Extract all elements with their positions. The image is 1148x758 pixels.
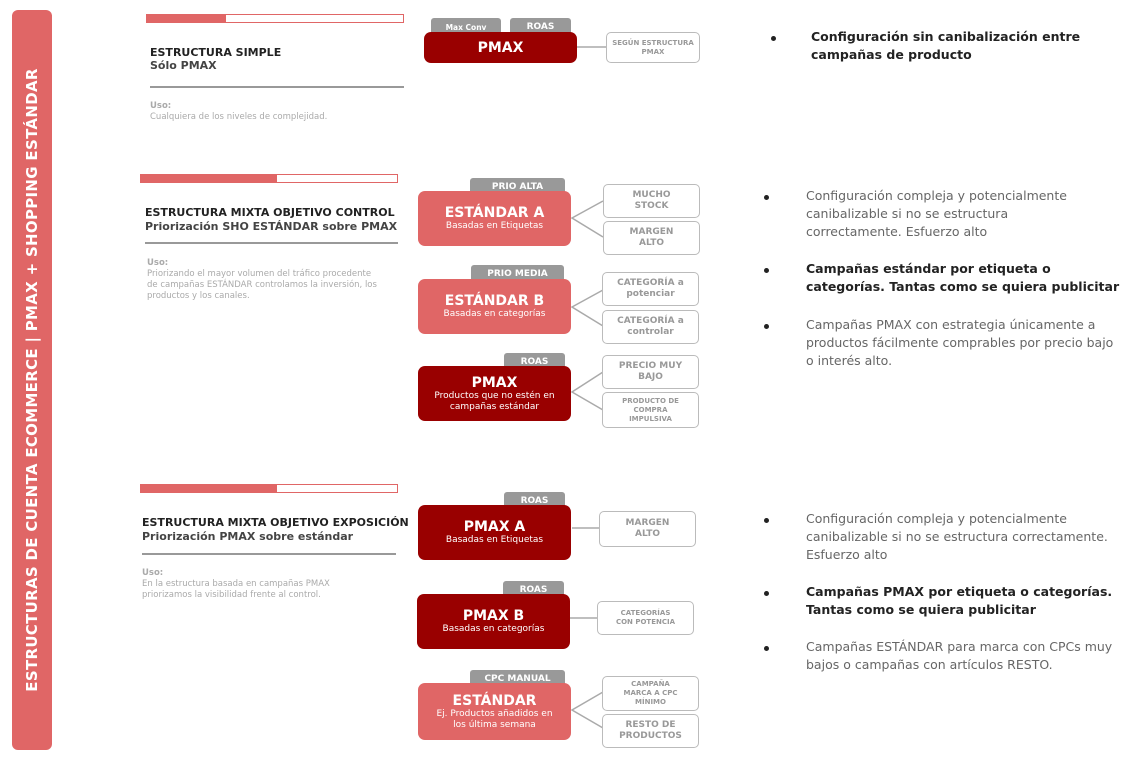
connector (570, 371, 604, 411)
campaign-desc: Basadas en Etiquetas (445, 535, 544, 545)
connector (570, 691, 604, 729)
leaf-box: MARGEN ALTO (599, 511, 696, 547)
section-title: ESTRUCTURA SIMPLE (150, 46, 282, 59)
campaign-box: PMAX Productos que no estén en campañas … (418, 366, 571, 421)
campaign-name: PMAX (471, 374, 518, 391)
bullet-dot-icon (764, 591, 769, 596)
campaign-desc: Productos que no estén en campañas están… (434, 390, 555, 412)
leaf-box: CAMPAÑA MARCA A CPC MÍNIMO (602, 676, 699, 711)
sidebar-banner: ESTRUCTURAS DE CUENTA ECOMMERCE | PMAX +… (12, 10, 52, 750)
sidebar-title: ESTRUCTURAS DE CUENTA ECOMMERCE | PMAX +… (23, 68, 41, 692)
uso-label: Uso: (150, 101, 172, 111)
campaign-box: ESTÁNDAR A Basadas en Etiquetas (418, 191, 571, 246)
leaf-box: MARGEN ALTO (603, 221, 700, 255)
leaf-box: SEGÚN ESTRUCTURA PMAX (606, 32, 700, 63)
section-subtitle: Priorización PMAX sobre estándar (142, 530, 354, 543)
campaign-desc: Basadas en Etiquetas (445, 221, 544, 231)
campaign-name: PMAX B (462, 608, 525, 624)
bullet-dot-icon (764, 195, 769, 200)
uso-text: Priorizando el mayor volumen del tráfico… (147, 269, 377, 301)
uso-text: Cualquiera de los niveles de complejidad… (150, 112, 328, 122)
section-progress-bar (146, 14, 404, 23)
section-subtitle: Sólo PMAX (150, 59, 217, 72)
bullet-dot-icon (764, 324, 769, 329)
leaf-box: PRECIO MUY BAJO (602, 355, 699, 389)
bullet-dot-icon (764, 646, 769, 651)
campaign-desc: Basadas en categorías (442, 624, 545, 634)
section-title: ESTRUCTURA MIXTA OBJETIVO CONTROL (145, 206, 395, 219)
campaign-name: ESTÁNDAR (452, 692, 537, 709)
bullet-text: Configuración sin canibalización entre c… (811, 29, 1081, 62)
bullet-text: Campañas PMAX por etiqueta o categorías.… (806, 584, 1113, 617)
divider (150, 86, 404, 88)
campaign-box: ESTÁNDAR B Basadas en categorías (418, 279, 571, 334)
divider (142, 553, 396, 555)
uso-label: Uso: (147, 258, 169, 268)
section-progress-bar (140, 484, 398, 493)
leaf-box: CATEGORÍAS CON POTENCIA (597, 601, 694, 635)
bullet-text: Configuración compleja y potencialmente … (806, 188, 1067, 239)
campaign-name: ESTÁNDAR B (444, 293, 545, 309)
section-subtitle: Priorización SHO ESTÁNDAR sobre PMAX (145, 220, 398, 233)
bullet-dot-icon (764, 268, 769, 273)
connector (570, 200, 604, 238)
leaf-box: PRODUCTO DE COMPRA IMPULSIVA (602, 392, 699, 428)
bullet-text: Campañas PMAX con estrategia únicamente … (806, 317, 1114, 368)
campaign-name: ESTÁNDAR A (444, 205, 545, 221)
uso-text: En la estructura basada en campañas PMAX… (142, 579, 330, 600)
divider (145, 242, 398, 244)
bullet-dot-icon (771, 36, 776, 41)
section-progress-bar (140, 174, 398, 183)
bullet-dot-icon (764, 518, 769, 523)
campaign-box: PMAX B Basadas en categorías (417, 594, 570, 649)
campaign-desc: Basadas en categorías (443, 309, 546, 319)
bullet-text: Campañas ESTÁNDAR para marca con CPCs mu… (806, 639, 1113, 672)
leaf-box: RESTO DE PRODUCTOS (602, 714, 699, 748)
uso-label: Uso: (142, 568, 164, 578)
campaign-desc: Ej. Productos añadidos en los última sem… (436, 708, 553, 730)
campaign-name: PMAX A (463, 519, 526, 535)
campaign-box: PMAX (424, 32, 577, 63)
bullet-text: Configuración compleja y potencialmente … (806, 511, 1108, 562)
leaf-box: CATEGORÍA a controlar (602, 310, 699, 344)
campaign-box: PMAX A Basadas en Etiquetas (418, 505, 571, 560)
leaf-box: MUCHO STOCK (603, 184, 700, 218)
campaign-name: PMAX (477, 39, 524, 56)
leaf-box: CATEGORÍA a potenciar (602, 272, 699, 306)
section-title: ESTRUCTURA MIXTA OBJETIVO EXPOSICIÓN (142, 516, 409, 529)
bullet-text: Campañas estándar por etiqueta o categor… (806, 261, 1120, 294)
connector (570, 289, 604, 327)
campaign-box: ESTÁNDAR Ej. Productos añadidos en los ú… (418, 683, 571, 740)
